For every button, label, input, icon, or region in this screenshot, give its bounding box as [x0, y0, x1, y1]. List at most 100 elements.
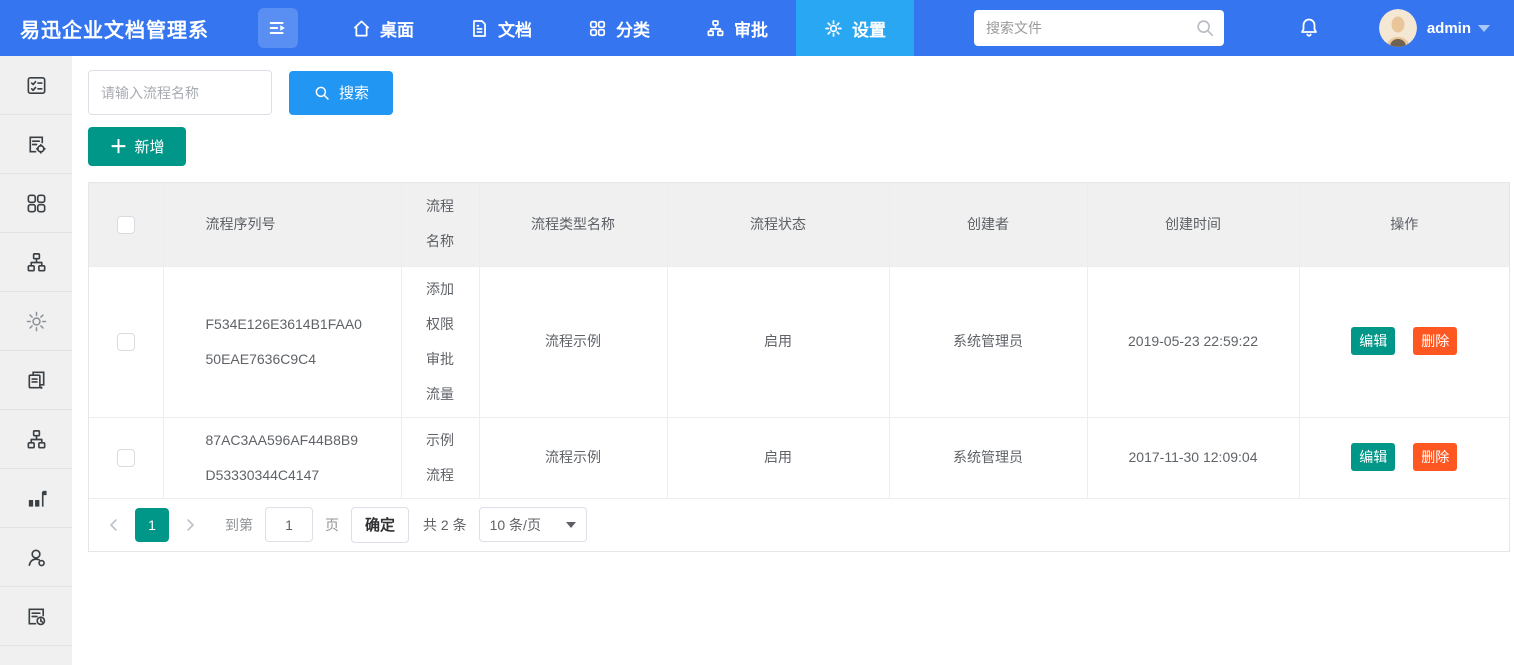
cell-serial: F534E126E3614B1FAA050EAE7636C9C4 [163, 266, 401, 417]
delete-button[interactable]: 删除 [1413, 443, 1457, 471]
pagination: 1 到第 页 确定 共 2 条 10 条/页 [89, 499, 1509, 551]
bell-icon [1297, 16, 1321, 40]
row-checkbox[interactable] [117, 449, 135, 467]
nav-item-categories[interactable]: 分类 [560, 0, 678, 56]
header-name: 流程名称 [401, 183, 479, 266]
total-count-label: 共 2 条 [423, 515, 467, 535]
nav-item-label: 分类 [616, 16, 650, 41]
goto-prefix-label: 到第 [225, 515, 253, 535]
header-created: 创建时间 [1087, 183, 1299, 266]
grid-squares-icon [25, 192, 48, 215]
cell-creator: 系统管理员 [889, 266, 1087, 417]
avatar[interactable] [1379, 9, 1417, 47]
nav-item-label: 审批 [734, 16, 768, 41]
nav-item-documents[interactable]: 文档 [442, 0, 560, 56]
sidebar-item-statistics[interactable] [0, 469, 72, 528]
home-icon [352, 19, 371, 38]
sidebar-item-documents[interactable] [0, 351, 72, 410]
gear-icon [25, 310, 48, 333]
process-table: 流程序列号 流程名称 流程类型名称 流程状态 创建者 创建时间 操作 F534E… [89, 183, 1509, 499]
edit-button[interactable]: 编辑 [1351, 443, 1395, 471]
goto-page-input[interactable] [265, 507, 313, 542]
nav-item-desktop[interactable]: 桌面 [324, 0, 442, 56]
row-checkbox-cell [89, 266, 163, 417]
search-button[interactable]: 搜索 [289, 71, 393, 115]
menu-fold-button[interactable] [258, 8, 298, 48]
header-type: 流程类型名称 [479, 183, 667, 266]
delete-button[interactable]: 删除 [1413, 327, 1457, 355]
cell-type: 流程示例 [479, 417, 667, 498]
cell-actions: 编辑删除 [1299, 266, 1509, 417]
cell-name: 添加权限审批流量 [401, 266, 479, 417]
search-icon[interactable] [1194, 17, 1216, 39]
avatar-image [1379, 9, 1417, 47]
row-checkbox[interactable] [117, 333, 135, 351]
documents-copy-icon [25, 369, 48, 392]
cell-created: 2017-11-30 12:09:04 [1087, 417, 1299, 498]
cell-actions: 编辑删除 [1299, 417, 1509, 498]
approval-flow-icon [706, 19, 725, 38]
sidebar-item-settings[interactable] [0, 292, 72, 351]
sidebar-item-user[interactable] [0, 528, 72, 587]
cell-name: 示例流程 [401, 417, 479, 498]
search-button-label: 搜索 [339, 82, 369, 103]
sidebar-item-checklist[interactable] [0, 56, 72, 115]
nav-item-label: 文档 [498, 16, 532, 41]
cell-creator: 系统管理员 [889, 417, 1087, 498]
chevron-right-icon [181, 516, 199, 534]
nav-item-settings[interactable]: 设置 [796, 0, 914, 56]
cell-status: 启用 [667, 266, 889, 417]
cell-serial: 87AC3AA596AF44B8B9D53330344C4147 [163, 417, 401, 498]
page-size-value: 10 条/页 [490, 515, 541, 535]
prev-page-button[interactable] [105, 516, 123, 534]
bar-chart-flag-icon [25, 487, 48, 510]
sidebar-item-grid[interactable] [0, 174, 72, 233]
clipboard-clock-icon [25, 605, 48, 628]
plus-icon: ＋ [109, 138, 127, 156]
org-chart-icon [25, 428, 48, 451]
cell-type: 流程示例 [479, 266, 667, 417]
category-grid-icon [588, 19, 607, 38]
table-row: F534E126E3614B1FAA050EAE7636C9C4 添加权限审批流… [89, 266, 1509, 417]
header-actions: 操作 [1299, 183, 1509, 266]
gear-icon [824, 19, 843, 38]
document-icon [470, 19, 489, 38]
process-name-input[interactable] [88, 70, 272, 115]
sidebar-item-org-chart[interactable] [0, 233, 72, 292]
goto-suffix-label: 页 [325, 515, 339, 535]
nav-item-label: 桌面 [380, 16, 414, 41]
page-size-select[interactable]: 10 条/页 [479, 507, 587, 542]
header-status: 流程状态 [667, 183, 889, 266]
sidebar-item-org-chart-2[interactable] [0, 410, 72, 469]
sidebar-item-document-settings[interactable] [0, 115, 72, 174]
global-search-input[interactable] [974, 10, 1224, 46]
main-content: 搜索 ＋ 新增 流程序列号 流程名称 流程类型名称 流程状态 [72, 56, 1514, 665]
confirm-button[interactable]: 确定 [351, 507, 409, 543]
filter-row: 搜索 [88, 70, 1510, 115]
notifications-button[interactable] [1297, 16, 1321, 40]
checklist-icon [25, 74, 48, 97]
global-search [974, 10, 1224, 46]
process-table-container: 流程序列号 流程名称 流程类型名称 流程状态 创建者 创建时间 操作 F534E… [88, 182, 1510, 552]
edit-button[interactable]: 编辑 [1351, 327, 1395, 355]
sidebar-item-schedule[interactable] [0, 587, 72, 646]
caret-down-icon[interactable] [1478, 25, 1490, 32]
page-number-button[interactable]: 1 [135, 508, 169, 542]
username-label[interactable]: admin [1427, 20, 1471, 37]
cell-created: 2019-05-23 22:59:22 [1087, 266, 1299, 417]
navbar-user-area: admin [1297, 9, 1514, 47]
search-icon [313, 84, 331, 102]
add-button-label: 新增 [134, 136, 164, 157]
org-chart-icon [25, 251, 48, 274]
menu-fold-icon [267, 17, 289, 39]
row-checkbox-cell [89, 417, 163, 498]
user-icon [25, 546, 48, 569]
document-settings-icon [25, 133, 48, 156]
select-all-checkbox[interactable] [117, 216, 135, 234]
cell-status: 启用 [667, 417, 889, 498]
top-navbar: 易迅企业文档管理系 桌面 文档 分类 审批 设置 [0, 0, 1514, 56]
nav-item-approval[interactable]: 审批 [678, 0, 796, 56]
next-page-button[interactable] [181, 516, 199, 534]
add-button[interactable]: ＋ 新增 [88, 127, 186, 166]
chevron-left-icon [105, 516, 123, 534]
